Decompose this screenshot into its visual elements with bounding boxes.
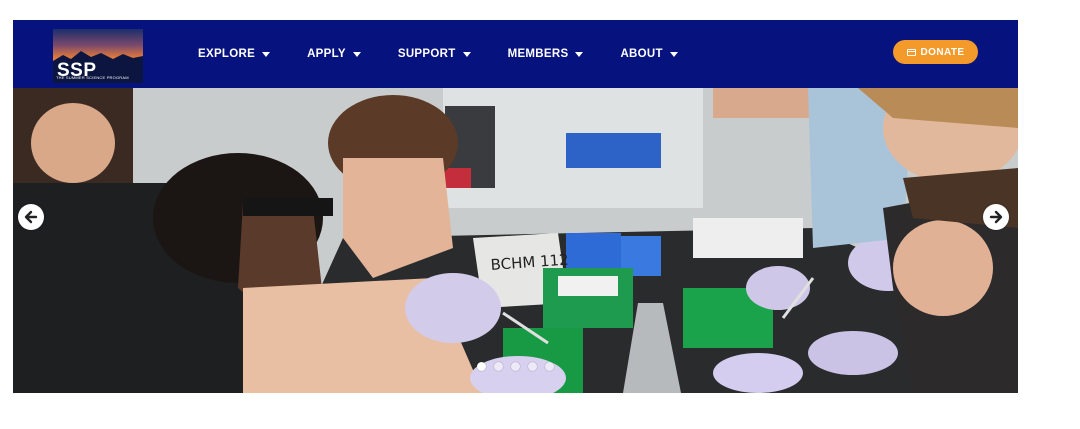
nav-item-label: APPLY — [307, 48, 346, 60]
site-wrapper: SSP THE SUMMER SCIENCE PROGRAM EXPLORE A… — [13, 20, 1018, 393]
carousel-next-button[interactable] — [983, 204, 1009, 230]
credit-card-icon — [906, 48, 916, 56]
nav-item-label: ABOUT — [620, 48, 663, 60]
navbar: SSP THE SUMMER SCIENCE PROGRAM EXPLORE A… — [13, 20, 1018, 88]
carousel-dot[interactable] — [511, 362, 520, 371]
carousel-dot[interactable] — [477, 362, 486, 371]
carousel-pagination — [477, 362, 562, 371]
logo-subtitle: THE SUMMER SCIENCE PROGRAM — [56, 75, 129, 80]
nav-item-label: MEMBERS — [507, 48, 569, 60]
hero-carousel: BCHM 112 — [13, 88, 1018, 393]
nav-item-label: SUPPORT — [397, 48, 456, 60]
donate-button[interactable]: DONATE — [893, 40, 978, 64]
carousel-dot[interactable] — [545, 362, 554, 371]
carousel-prev-button[interactable] — [18, 204, 44, 230]
donate-label: DONATE — [920, 46, 965, 58]
main-nav: EXPLORE APPLY SUPPORT MEMBERS ABOUT — [198, 20, 715, 88]
nav-item-explore[interactable]: EXPLORE — [198, 48, 271, 60]
carousel-dot[interactable] — [494, 362, 503, 371]
nav-item-apply[interactable]: APPLY — [307, 48, 361, 60]
nav-item-label: EXPLORE — [198, 48, 256, 60]
chevron-down-icon — [669, 51, 678, 57]
chevron-down-icon — [575, 51, 584, 57]
chevron-down-icon — [352, 51, 361, 57]
arrow-left-icon — [24, 210, 38, 224]
nav-item-members[interactable]: MEMBERS — [508, 48, 584, 60]
chevron-down-icon — [462, 51, 471, 57]
carousel-dot[interactable] — [528, 362, 537, 371]
nav-item-about[interactable]: ABOUT — [620, 48, 678, 60]
hero-photo-lab-students: BCHM 112 — [13, 88, 1018, 393]
nav-item-support[interactable]: SUPPORT — [398, 48, 471, 60]
site-logo[interactable]: SSP THE SUMMER SCIENCE PROGRAM — [53, 29, 143, 83]
chevron-down-icon — [262, 51, 271, 57]
arrow-right-icon — [989, 210, 1003, 224]
